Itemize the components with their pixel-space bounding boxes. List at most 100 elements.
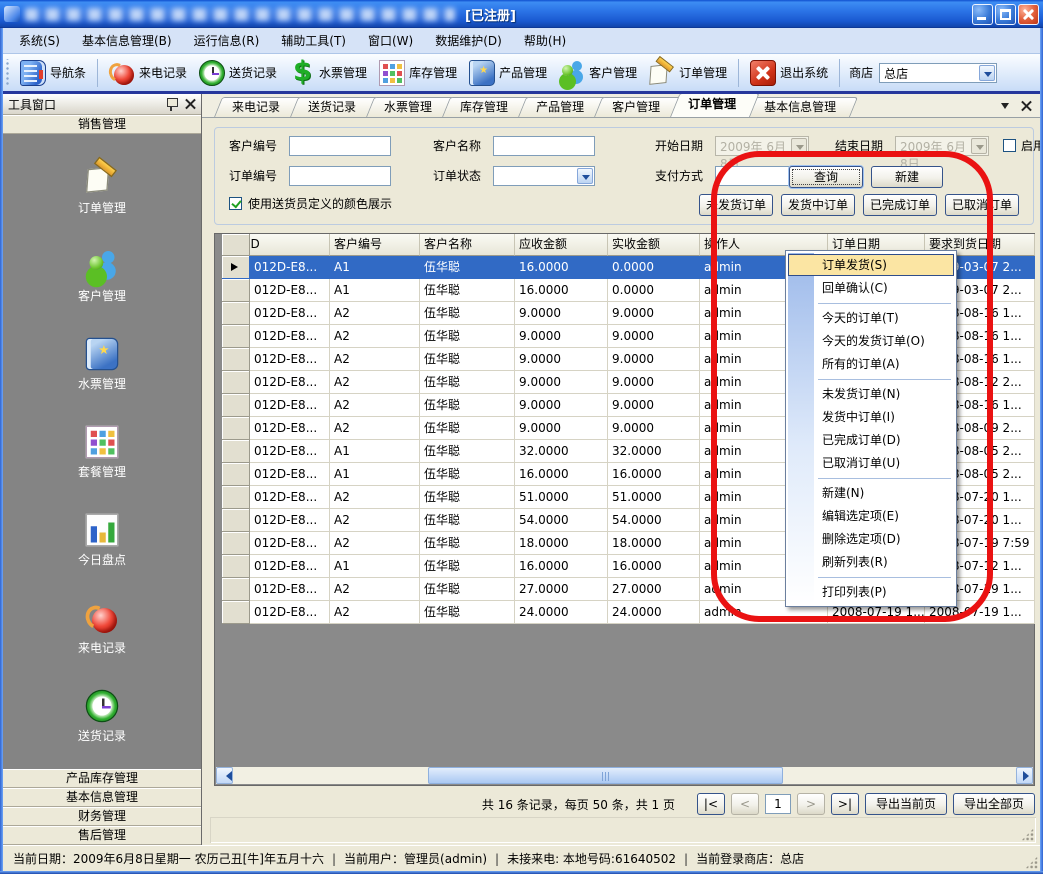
row-selector[interactable] <box>222 417 250 440</box>
row-selector[interactable] <box>222 302 250 325</box>
scroll-right-icon[interactable] <box>1016 767 1033 784</box>
chevron-down-icon[interactable] <box>979 65 995 81</box>
chevron-down-icon[interactable] <box>577 168 593 184</box>
shop-select[interactable]: 总店 <box>879 63 997 83</box>
context-menu-item-7[interactable]: 未发货订单(N) <box>786 383 956 406</box>
new-button[interactable]: 新建 <box>871 166 943 188</box>
menubar-item-2[interactable]: 运行信息(R) <box>183 29 271 53</box>
tab-7[interactable]: 基本信息管理 <box>746 97 850 117</box>
toolbar-button-bell[interactable]: 来电记录 <box>103 57 193 89</box>
row-selector[interactable] <box>222 486 250 509</box>
scrollbar-thumb[interactable] <box>428 767 783 784</box>
toolbar-button-exit[interactable]: 退出系统 <box>744 57 834 89</box>
row-selector[interactable] <box>222 555 250 578</box>
tool-window-close-icon[interactable] <box>185 99 196 110</box>
chevron-down-icon[interactable] <box>791 138 807 154</box>
row-selector[interactable] <box>222 394 250 417</box>
export-current-page-button[interactable]: 导出当前页 <box>865 793 947 815</box>
toolbar-button-calendar[interactable]: 库存管理 <box>373 57 463 89</box>
row-selector[interactable] <box>222 256 250 279</box>
context-menu-item-13[interactable]: 编辑选定项(E) <box>786 505 956 528</box>
filter-status-button-0[interactable]: 未发货订单 <box>699 194 773 216</box>
row-selector[interactable] <box>222 532 250 555</box>
menubar-item-3[interactable]: 辅助工具(T) <box>270 29 357 53</box>
context-menu-item-3[interactable]: 今天的订单(T) <box>786 307 956 330</box>
sidebar-section-1[interactable]: 基本信息管理 <box>3 788 201 807</box>
pin-icon[interactable] <box>166 98 177 111</box>
prev-page-button[interactable]: < <box>731 793 759 815</box>
row-selector[interactable] <box>222 578 250 601</box>
column-header-receivable[interactable]: 应收金额 <box>515 234 608 256</box>
horizontal-scrollbar[interactable] <box>216 767 1033 784</box>
row-selector[interactable] <box>222 371 250 394</box>
tab-0[interactable]: 来电记录 <box>214 97 294 117</box>
row-selector[interactable] <box>222 348 250 371</box>
tab-1[interactable]: 送货记录 <box>290 97 370 117</box>
column-header-customer_name[interactable]: 客户名称 <box>420 234 515 256</box>
customer-name-input[interactable] <box>493 136 595 156</box>
sidebar-item-order[interactable]: 订单管理 <box>3 146 201 234</box>
context-menu-item-14[interactable]: 删除选定项(D) <box>786 528 956 551</box>
row-selector[interactable] <box>222 440 250 463</box>
sidebar-section-2[interactable]: 财务管理 <box>3 807 201 826</box>
sidebar-item-clock[interactable]: 送货记录 <box>3 674 201 762</box>
next-page-button[interactable]: > <box>797 793 825 815</box>
row-selector[interactable] <box>222 325 250 348</box>
context-menu-item-5[interactable]: 所有的订单(A) <box>786 353 956 376</box>
order-no-input[interactable] <box>289 166 391 186</box>
context-menu-item-10[interactable]: 已取消订单(U) <box>786 452 956 475</box>
end-date-picker[interactable]: 2009年 6月 8日 <box>895 136 989 156</box>
resize-grip[interactable] <box>1025 856 1038 869</box>
toolbar-button-navigator[interactable]: 导航条 <box>14 57 92 89</box>
resize-grip[interactable] <box>1021 828 1034 841</box>
menubar-item-5[interactable]: 数据维护(D) <box>424 29 513 53</box>
sidebar-item-calendar[interactable]: 套餐管理 <box>3 410 201 498</box>
minimize-button[interactable] <box>972 4 993 25</box>
sidebar-section-3[interactable]: 售后管理 <box>3 826 201 845</box>
query-button[interactable]: 查询 <box>789 166 863 188</box>
last-page-button[interactable]: >| <box>831 793 859 815</box>
row-selector[interactable] <box>222 509 250 532</box>
sidebar-section-sales[interactable]: 销售管理 <box>3 115 201 134</box>
sidebar-item-product[interactable]: 水票管理 <box>3 322 201 410</box>
maximize-button[interactable] <box>995 4 1016 25</box>
row-selector[interactable] <box>222 463 250 486</box>
context-menu-item-1[interactable]: 回单确认(C) <box>786 277 956 300</box>
menubar-item-4[interactable]: 窗口(W) <box>357 29 424 53</box>
toolbar-button-order[interactable]: 订单管理 <box>643 57 733 89</box>
filter-status-button-1[interactable]: 发货中订单 <box>781 194 855 216</box>
toolbar-button-customers[interactable]: 客户管理 <box>553 57 643 89</box>
column-header-received[interactable]: 实收金额 <box>608 234 700 256</box>
context-menu-item-0[interactable]: 订单发货(S) <box>788 254 954 276</box>
sidebar-item-bell[interactable]: 来电记录 <box>3 586 201 674</box>
enable-checkbox[interactable] <box>1003 139 1016 152</box>
context-menu-item-17[interactable]: 打印列表(P) <box>786 581 956 604</box>
menubar-item-6[interactable]: 帮助(H) <box>513 29 577 53</box>
tab-3[interactable]: 库存管理 <box>442 97 522 117</box>
page-number-input[interactable]: 1 <box>765 794 791 814</box>
menubar-item-0[interactable]: 系统(S) <box>8 29 71 53</box>
tab-5[interactable]: 客户管理 <box>594 97 674 117</box>
chevron-down-icon[interactable] <box>1001 103 1009 113</box>
toolbar-button-dollar[interactable]: 水票管理 <box>283 57 373 89</box>
menubar-item-1[interactable]: 基本信息管理(B) <box>71 29 183 53</box>
start-date-picker[interactable]: 2009年 6月 8日 <box>715 136 809 156</box>
scroll-left-icon[interactable] <box>216 767 233 784</box>
export-all-pages-button[interactable]: 导出全部页 <box>953 793 1035 815</box>
column-header-customer_no[interactable]: 客户编号 <box>330 234 420 256</box>
context-menu-item-9[interactable]: 已完成订单(D) <box>786 429 956 452</box>
tab-close-icon[interactable] <box>1021 101 1032 112</box>
filter-status-button-2[interactable]: 已完成订单 <box>863 194 937 216</box>
first-page-button[interactable]: |< <box>697 793 725 815</box>
color-display-checkbox[interactable] <box>229 197 242 210</box>
context-menu-item-12[interactable]: 新建(N) <box>786 482 956 505</box>
context-menu-item-15[interactable]: 刷新列表(R) <box>786 551 956 574</box>
toolbar-button-product[interactable]: 产品管理 <box>463 57 553 89</box>
sidebar-section-0[interactable]: 产品库存管理 <box>3 769 201 788</box>
row-selector[interactable] <box>222 279 250 302</box>
sidebar-item-chart[interactable]: 今日盘点 <box>3 498 201 586</box>
sidebar-item-customers[interactable]: 客户管理 <box>3 234 201 322</box>
toolbar-grip[interactable] <box>4 59 10 87</box>
column-header-id[interactable]: ID <box>250 234 330 256</box>
close-button[interactable] <box>1018 4 1039 25</box>
